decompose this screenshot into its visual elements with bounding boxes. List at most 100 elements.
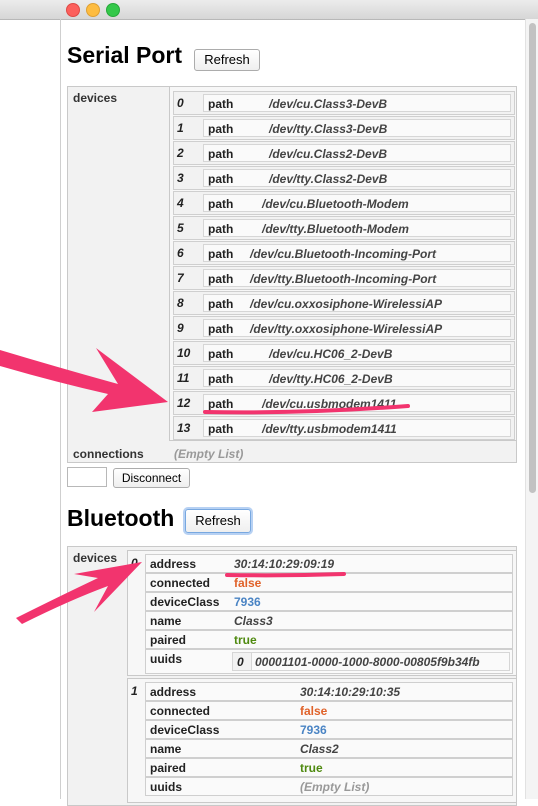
bt0-paired-value: true: [234, 633, 257, 647]
bt0-name-key: name: [150, 614, 182, 628]
bt1-deviceclass-key: deviceClass: [150, 723, 220, 737]
serial-device-index: 7: [177, 271, 184, 285]
serial-device-path-value: /dev/tty.HC06_2-DevB: [269, 372, 393, 386]
serial-device-path-key: path: [208, 322, 234, 336]
serial-device-row: 4 path/dev/cu.Bluetooth-Modem: [173, 191, 515, 215]
disconnect-button[interactable]: Disconnect: [113, 468, 190, 488]
bt0-deviceclass-value: 7936: [234, 595, 261, 609]
close-window-icon[interactable]: [66, 3, 80, 17]
serial-device-path-value: /dev/cu.oxxosiphone-WirelessiAP: [250, 297, 442, 311]
serial-device-path-value: /dev/tty.Class3-DevB: [269, 122, 388, 136]
serial-device-row: 11 path/dev/tty.HC06_2-DevB: [173, 366, 515, 390]
bt0-uuids-list: 0 00001101-0000-1000-8000-00805f9b34fb: [232, 652, 510, 671]
connection-id-input[interactable]: [67, 467, 107, 487]
serial-device-index: 1: [177, 121, 184, 135]
window-titlebar: [0, 0, 538, 20]
serial-refresh-button[interactable]: Refresh: [194, 49, 260, 71]
serial-device-index: 11: [177, 371, 190, 385]
serial-device-path-value: /dev/cu.HC06_2-DevB: [269, 347, 393, 361]
serial-device-entry: path/dev/cu.Class3-DevB: [203, 94, 511, 112]
serial-device-row: 7 path/dev/tty.Bluetooth-Incoming-Port: [173, 266, 515, 290]
vertical-scrollbar[interactable]: [525, 19, 538, 799]
serial-device-row: 9 path/dev/tty.oxxosiphone-WirelessiAP: [173, 316, 515, 340]
bt1-address-value: 30:14:10:29:10:35: [300, 685, 401, 699]
serial-device-path-key: path: [208, 397, 234, 411]
bluetooth-device-1-index: 1: [131, 684, 138, 698]
bluetooth-refresh-button[interactable]: Refresh: [185, 509, 251, 533]
bt0-address-row: address 30:14:10:29:09:19: [145, 554, 513, 573]
serial-device-index: 2: [177, 146, 184, 160]
bluetooth-title: Bluetooth: [67, 505, 175, 531]
bt0-name-value: Class3: [234, 614, 273, 628]
serial-device-row: 1 path/dev/tty.Class3-DevB: [173, 116, 515, 140]
serial-device-index: 5: [177, 221, 184, 235]
connections-label: connections: [73, 447, 144, 461]
serial-device-row: 6 path/dev/cu.Bluetooth-Incoming-Port: [173, 241, 515, 265]
serial-device-path-value: /dev/cu.Class3-DevB: [269, 97, 388, 111]
bluetooth-device-0-index: 0: [131, 556, 138, 570]
bt1-uuids-key: uuids: [150, 780, 182, 794]
serial-device-row: 13 path/dev/tty.usbmodem1411: [173, 416, 515, 440]
bt0-paired-key: paired: [150, 633, 187, 647]
serial-device-path-value: /dev/cu.usbmodem1411: [262, 397, 397, 411]
serial-device-entry: path/dev/tty.Bluetooth-Modem: [203, 219, 511, 237]
bt0-connected-key: connected: [150, 576, 211, 590]
serial-device-path-value: /dev/tty.Bluetooth-Incoming-Port: [250, 272, 437, 286]
serial-device-row: 2 path/dev/cu.Class2-DevB: [173, 141, 515, 165]
serial-device-path-value: /dev/cu.Class2-DevB: [269, 147, 388, 161]
serial-device-path-key: path: [208, 372, 234, 386]
serial-device-index: 0: [177, 96, 184, 110]
bt0-uuid-index: 0: [237, 655, 244, 669]
serial-device-path-value: /dev/cu.Bluetooth-Modem: [262, 197, 409, 211]
serial-device-row: 3 path/dev/tty.Class2-DevB: [173, 166, 515, 190]
bluetooth-devices-label: devices: [73, 551, 118, 565]
serial-devices-label: devices: [73, 91, 118, 105]
serial-device-entry: path/dev/cu.usbmodem1411: [203, 394, 511, 412]
serial-device-entry: path/dev/tty.oxxosiphone-WirelessiAP: [203, 319, 511, 337]
bt1-address-row: address 30:14:10:29:10:35: [145, 682, 513, 701]
serial-device-index: 13: [177, 421, 191, 435]
serial-device-path-key: path: [208, 247, 234, 261]
serial-device-entry: path/dev/cu.Class2-DevB: [203, 144, 511, 162]
bt0-address-key: address: [150, 557, 197, 571]
bt1-uuids-row: uuids (Empty List): [145, 777, 513, 796]
serial-device-path-key: path: [208, 147, 234, 161]
window-left-edge: [60, 19, 61, 799]
serial-device-path-key: path: [208, 222, 234, 236]
bt1-paired-value: true: [300, 761, 323, 775]
serial-device-entry: path/dev/tty.Class2-DevB: [203, 169, 511, 187]
bt1-deviceclass-value: 7936: [300, 723, 327, 737]
bt1-name-row: name Class2: [145, 739, 513, 758]
bt0-address-value: 30:14:10:29:09:19: [234, 557, 335, 571]
scrollbar-thumb[interactable]: [529, 23, 536, 493]
serial-device-path-value: /dev/cu.Bluetooth-Incoming-Port: [250, 247, 436, 261]
bt0-connected-row: connected false: [145, 573, 513, 592]
serial-device-path-key: path: [208, 272, 234, 286]
serial-device-index: 6: [177, 246, 184, 260]
bt0-uuid-cell: 00001101-0000-1000-8000-00805f9b34fb: [251, 653, 509, 670]
serial-device-row: 10 path/dev/cu.HC06_2-DevB: [173, 341, 515, 365]
serial-device-row: 12 path/dev/cu.usbmodem1411: [173, 391, 515, 415]
bt1-paired-key: paired: [150, 761, 187, 775]
serial-device-entry: path/dev/cu.HC06_2-DevB: [203, 344, 511, 362]
zoom-window-icon[interactable]: [106, 3, 120, 17]
bt1-uuids-empty-list: (Empty List): [300, 780, 370, 794]
serial-device-path-key: path: [208, 122, 234, 136]
bt0-deviceclass-row: deviceClass 7936: [145, 592, 513, 611]
serial-device-entry: path/dev/cu.Bluetooth-Modem: [203, 194, 511, 212]
bt0-name-row: name Class3: [145, 611, 513, 630]
serial-device-index: 4: [177, 196, 184, 210]
serial-device-row: 0 path/dev/cu.Class3-DevB: [173, 91, 515, 115]
bt1-connected-row: connected false: [145, 701, 513, 720]
bt0-uuids-row: uuids 0 00001101-0000-1000-8000-00805f9b…: [145, 649, 513, 674]
serial-device-path-value: /dev/tty.usbmodem1411: [262, 422, 397, 436]
bt1-connected-value: false: [300, 704, 328, 718]
bt1-connected-key: connected: [150, 704, 211, 718]
minimize-window-icon[interactable]: [86, 3, 100, 17]
serial-device-index: 10: [177, 346, 191, 360]
serial-device-index: 3: [177, 171, 184, 185]
serial-device-entry: path/dev/tty.Bluetooth-Incoming-Port: [203, 269, 511, 287]
bt1-name-key: name: [150, 742, 182, 756]
serial-device-row: 5 path/dev/tty.Bluetooth-Modem: [173, 216, 515, 240]
serial-device-path-key: path: [208, 297, 234, 311]
